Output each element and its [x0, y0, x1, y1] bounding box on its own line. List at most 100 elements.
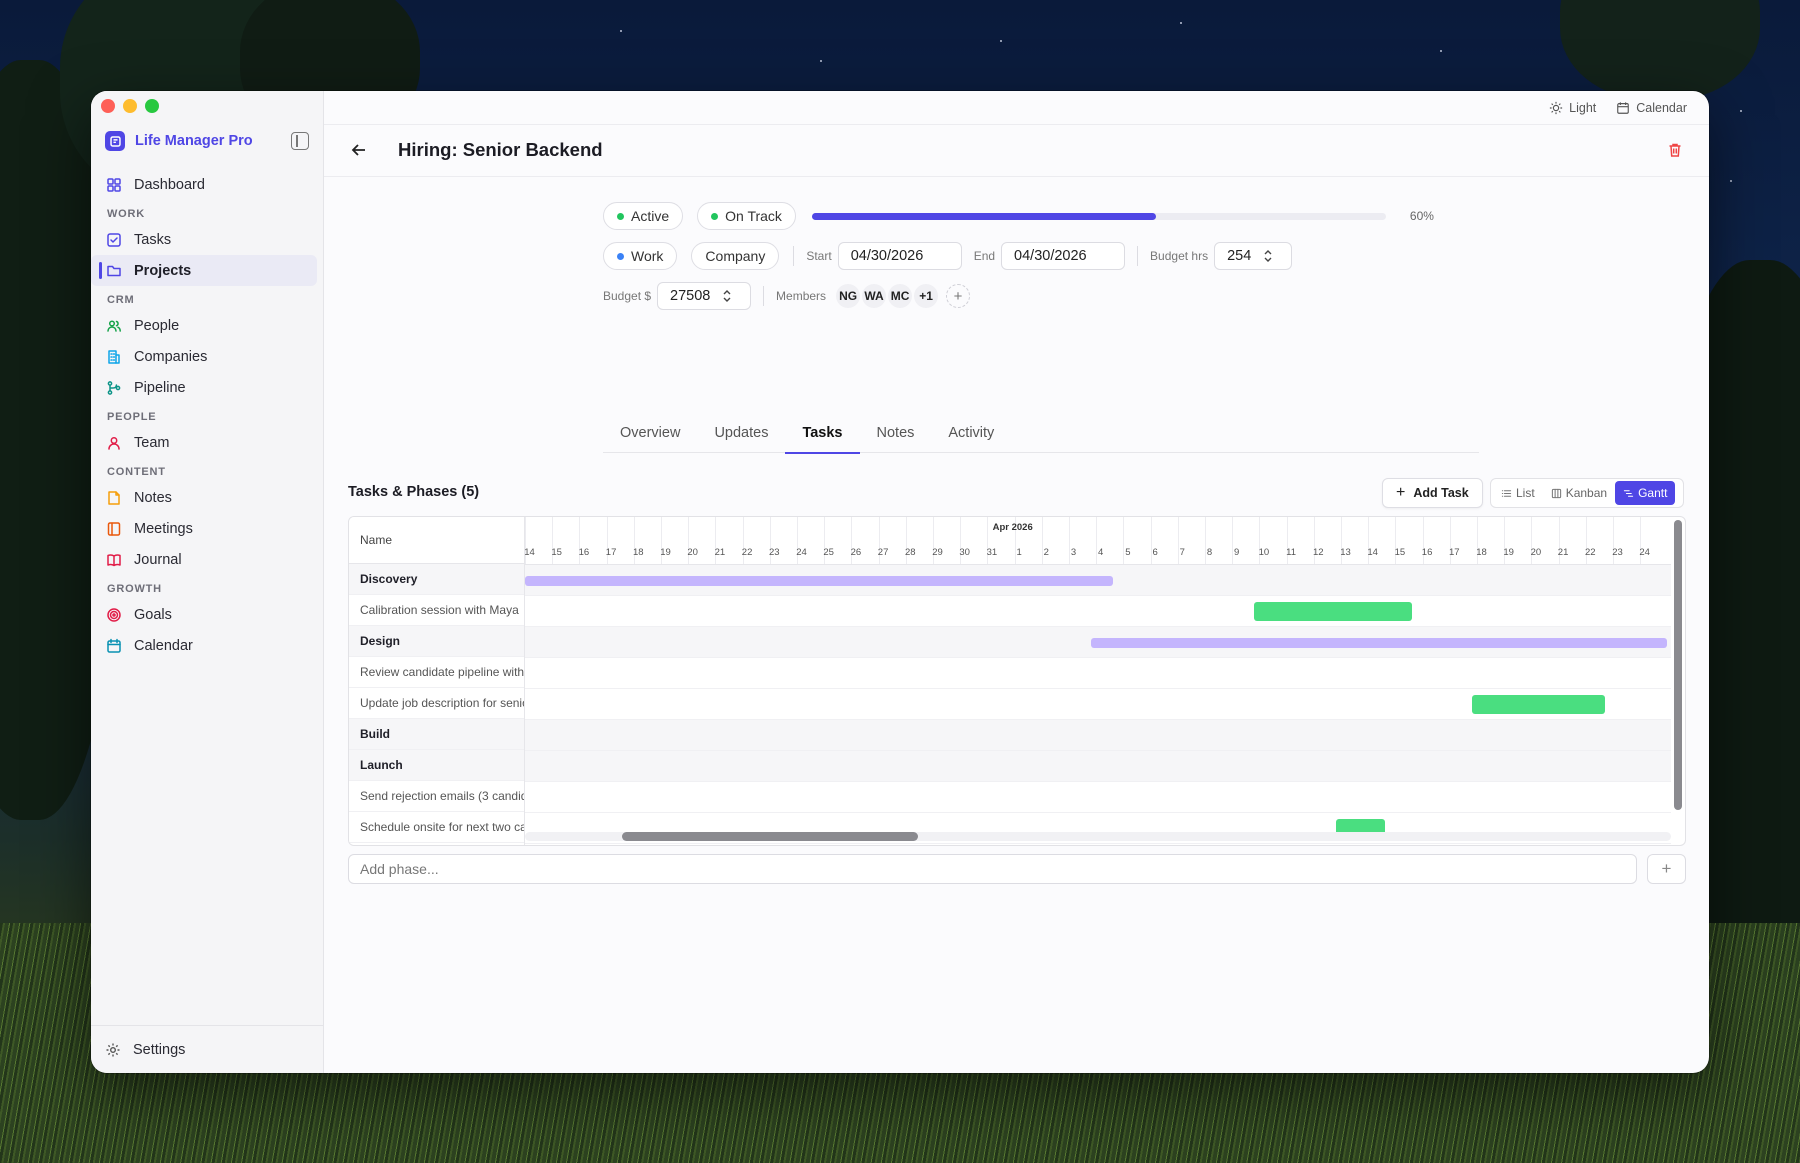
add-phase-input[interactable]: [348, 854, 1637, 884]
stepper-icon[interactable]: [1263, 248, 1273, 264]
gantt-chart: Name Discovery Calibration session with M…: [348, 516, 1686, 846]
view-list-button[interactable]: List: [1493, 481, 1543, 505]
start-date-field[interactable]: 04/30/2026: [837, 242, 962, 270]
plus-icon: +: [1396, 484, 1406, 501]
member-avatar[interactable]: +1: [914, 284, 939, 308]
sidebar-toggle-icon[interactable]: [291, 132, 309, 150]
phase-bar[interactable]: [525, 575, 1113, 586]
close-window-button[interactable]: [101, 99, 115, 113]
divider: [793, 246, 795, 266]
zoom-window-button[interactable]: [145, 99, 159, 113]
add-task-label: Add Task: [1413, 486, 1469, 500]
task-bar[interactable]: [1253, 602, 1412, 621]
tab-notes[interactable]: Notes: [860, 419, 932, 453]
sidebar-item-label: Goals: [134, 606, 172, 623]
grid-icon: [105, 176, 122, 193]
sidebar-item-label: Team: [134, 434, 170, 451]
status-badge[interactable]: Active: [603, 202, 684, 230]
member-avatar[interactable]: MC: [888, 284, 913, 308]
phase-row-name[interactable]: Discovery: [349, 564, 524, 595]
sidebar-section-work: WORK: [107, 208, 146, 220]
scope-badge[interactable]: Company: [691, 242, 780, 270]
app-logo-icon: [105, 131, 125, 151]
phase-row-name[interactable]: Launch: [349, 750, 524, 781]
divider: [1137, 246, 1139, 266]
end-date-field[interactable]: 04/30/2026: [1001, 242, 1126, 270]
phase-row-name[interactable]: Design: [349, 626, 524, 657]
calendar-button[interactable]: Calendar: [1616, 101, 1687, 115]
day-tick-label: 20: [687, 547, 698, 558]
task-row-name[interactable]: Schedule onsite for next two candidates: [349, 812, 524, 843]
sidebar-item-notes[interactable]: Notes: [91, 482, 317, 513]
day-tick-label: 6: [1152, 547, 1158, 558]
theme-label: Light: [1569, 100, 1597, 115]
phase-row-name[interactable]: Build: [349, 719, 524, 750]
sun-icon: [1550, 101, 1563, 114]
member-avatar[interactable]: NG: [836, 284, 861, 308]
day-tick-label: 31: [986, 547, 998, 558]
sidebar: Life Manager Pro Dashboard WORK Tasks Pro…: [91, 91, 324, 1073]
tab-activity[interactable]: Activity: [931, 419, 1011, 453]
area-badge[interactable]: Work: [603, 242, 678, 270]
sidebar-item-tasks[interactable]: Tasks: [91, 224, 317, 255]
budget-hrs-stepper[interactable]: 254: [1214, 242, 1293, 270]
horizontal-scrollbar[interactable]: [622, 832, 918, 841]
sidebar-item-dashboard[interactable]: Dashboard: [91, 169, 317, 200]
book-icon: [105, 551, 122, 568]
day-tick-label: 22: [1585, 547, 1596, 558]
day-tick-label: 8: [1206, 547, 1213, 558]
sidebar-item-settings[interactable]: Settings: [91, 1025, 323, 1073]
sidebar-item-label: Dashboard: [134, 176, 205, 193]
sidebar-item-team[interactable]: Team: [91, 427, 317, 458]
member-avatar[interactable]: WA: [862, 284, 887, 308]
task-row-name[interactable]: Calibration session with Maya: [349, 595, 524, 626]
trash-icon[interactable]: [1667, 142, 1683, 158]
day-tick-label: 18: [633, 547, 644, 558]
sidebar-item-goals[interactable]: Goals: [91, 599, 317, 630]
add-phase-button[interactable]: +: [1647, 854, 1686, 884]
day-tick-label: 20: [1530, 547, 1542, 558]
stepper-icon[interactable]: [722, 288, 732, 304]
sidebar-section-people: PEOPLE: [107, 411, 157, 423]
view-kanban-button[interactable]: Kanban: [1543, 481, 1615, 505]
budget-hrs-value: 254: [1227, 248, 1252, 264]
tab-tasks[interactable]: Tasks: [785, 419, 860, 454]
sidebar-item-journal[interactable]: Journal: [91, 544, 317, 575]
add-task-button[interactable]: + Add Task: [1382, 478, 1483, 508]
day-tick-label: 12: [1313, 547, 1324, 558]
sidebar-item-label: Projects: [134, 262, 192, 279]
day-tick-label: 10: [1258, 547, 1270, 558]
gantt-icon: [1623, 488, 1638, 499]
sidebar-item-meetings[interactable]: Meetings: [91, 513, 317, 544]
vertical-scrollbar[interactable]: [1674, 520, 1682, 810]
add-member-button[interactable]: +: [946, 284, 971, 308]
kanban-icon: [1551, 488, 1566, 499]
task-row-name[interactable]: Update job description for senior: [349, 688, 524, 719]
phase-bar[interactable]: [1090, 637, 1668, 648]
day-tick-label: 17: [1449, 547, 1460, 558]
task-bar[interactable]: [1471, 695, 1605, 714]
back-arrow-icon[interactable]: [350, 141, 368, 159]
target-icon: [105, 606, 122, 623]
day-tick-label: 24: [796, 547, 807, 558]
day-tick-label: 4: [1098, 547, 1104, 558]
sidebar-item-companies[interactable]: Companies: [91, 341, 317, 372]
health-badge[interactable]: On Track: [697, 202, 796, 230]
budget-stepper[interactable]: 27508: [657, 282, 752, 310]
task-row-name[interactable]: Review candidate pipeline with: [349, 657, 524, 688]
tab-updates[interactable]: Updates: [697, 419, 785, 453]
minimize-window-button[interactable]: [123, 99, 137, 113]
tab-overview[interactable]: Overview: [603, 419, 697, 453]
sidebar-item-pipeline[interactable]: Pipeline: [91, 372, 317, 403]
sidebar-item-label: Tasks: [134, 231, 172, 248]
day-tick-label: 28: [905, 547, 916, 558]
gantt-name-column: Name Discovery Calibration session with M…: [349, 517, 525, 845]
health-label: On Track: [725, 208, 782, 224]
page-header: Hiring: Senior Backend: [324, 125, 1709, 177]
view-gantt-button[interactable]: Gantt: [1615, 481, 1676, 505]
sidebar-item-people[interactable]: People: [91, 310, 317, 341]
theme-toggle-button[interactable]: Light: [1549, 101, 1596, 115]
sidebar-item-calendar[interactable]: Calendar: [91, 630, 317, 661]
task-row-name[interactable]: Send rejection emails (3 candidates): [349, 781, 524, 812]
sidebar-item-projects[interactable]: Projects: [91, 255, 317, 286]
